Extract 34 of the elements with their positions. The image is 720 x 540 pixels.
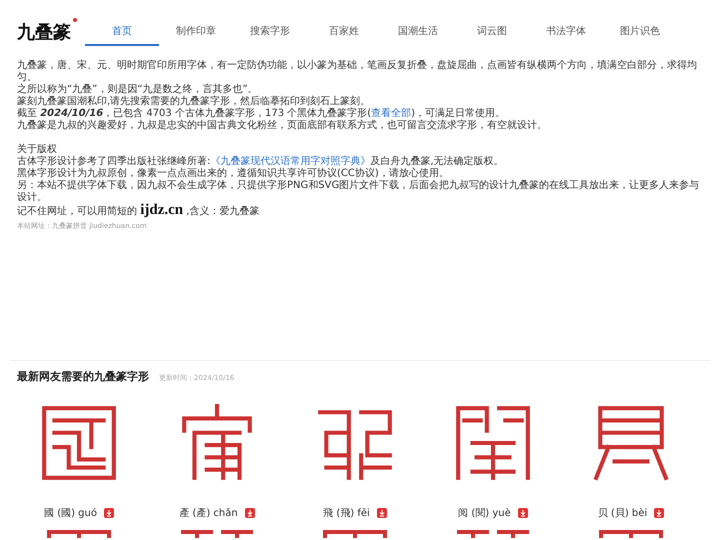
dot-icon <box>73 18 77 22</box>
download-icon[interactable] <box>654 508 664 518</box>
intro-text: 截至 2024/10/16，已包含 4703 个古体九叠篆字形，173 个黑体九叠篆字形(查看全部)，可满足日常使用。 <box>17 108 506 120</box>
nav-tab[interactable]: 百家姓 <box>307 18 381 46</box>
intro-text: 之所以称为“九叠”，则是因“九是数之终，言其多也”。 <box>17 84 259 96</box>
nav-tab[interactable]: 搜索字形 <box>233 18 307 46</box>
intro-text: 九叠篆是九叔的兴趣爱好，九叔是忠实的中国古典文化粉丝，页面底部有联系方式，也可留言交流求字形，有空就设计。 <box>17 120 548 132</box>
section-heading: 关于版权 <box>17 144 58 156</box>
glyph-label[interactable]: 阅 (閱) yuè <box>458 506 511 520</box>
intro-text: 黑体字形设计为九叔原创，像素一点点画出来的，遵循知识共享许可协议(CC协议)，请放心使用。 <box>17 168 450 180</box>
link[interactable]: 查看全部 <box>371 108 412 119</box>
nav-tab[interactable]: 首页 <box>85 18 159 46</box>
download-icon[interactable] <box>518 508 528 518</box>
intro-text: 九叠篆，唐、宋、元、明时期官印所用字体，有一定防伪功能，以小篆为基础，笔画反复折叠，盘旋屈曲，点画皆有纵横两个方向，填满空白部分，求得均匀。 <box>17 60 698 84</box>
download-icon[interactable] <box>244 508 255 518</box>
intro-text: 另：本站不提供字体下载，因九叔不会生成字体，只提供字形PNG和SVG图片文件下载，后面会把九叔写的设计九叠篆的在线工具放出来，让更多人来参与设计。 <box>17 180 700 204</box>
nav-tab[interactable]: 书法字体 <box>529 18 603 46</box>
download-icon[interactable] <box>376 508 387 518</box>
nav-tab[interactable]: 国潮生活 <box>381 18 455 46</box>
intro-text: 古体字形设计参考了四季出版社张继峰所著:《九叠篆现代汉语常用字对照字典》及白舟九叠篆,无法确定版权。 <box>17 156 505 168</box>
glyph-label[interactable]: 產 (產) chǎn <box>179 506 238 520</box>
logo[interactable]: 九叠篆 <box>17 20 71 44</box>
short-domain: ijdz.cn <box>140 202 184 218</box>
glyph-label[interactable]: 贝 (貝) bèi <box>598 506 648 520</box>
link[interactable]: 《九叠篆现代汉语常用字对照字典》 <box>210 156 370 167</box>
section-title: 最新网友需要的九叠篆字形 <box>17 369 149 384</box>
nav-tab[interactable]: 词云图 <box>455 18 529 46</box>
intro-text: 篆刻九叠篆国潮私印,请先搜索需要的九叠篆字形，然后临摹拓印到刻石上篆刻。 <box>17 96 372 108</box>
download-icon[interactable] <box>104 508 114 518</box>
intro-text: 记不住网址，可以用简短的 ijdz.cn ,含义：爱九叠篆 <box>17 204 260 218</box>
glyph-label[interactable]: 飛 (飛) fēi <box>323 506 370 520</box>
nav-tab[interactable]: 制作印章 <box>159 18 233 46</box>
nav-tab[interactable]: 图片识色 <box>603 18 677 46</box>
glyph-label[interactable]: 國 (國) guó <box>44 506 97 520</box>
